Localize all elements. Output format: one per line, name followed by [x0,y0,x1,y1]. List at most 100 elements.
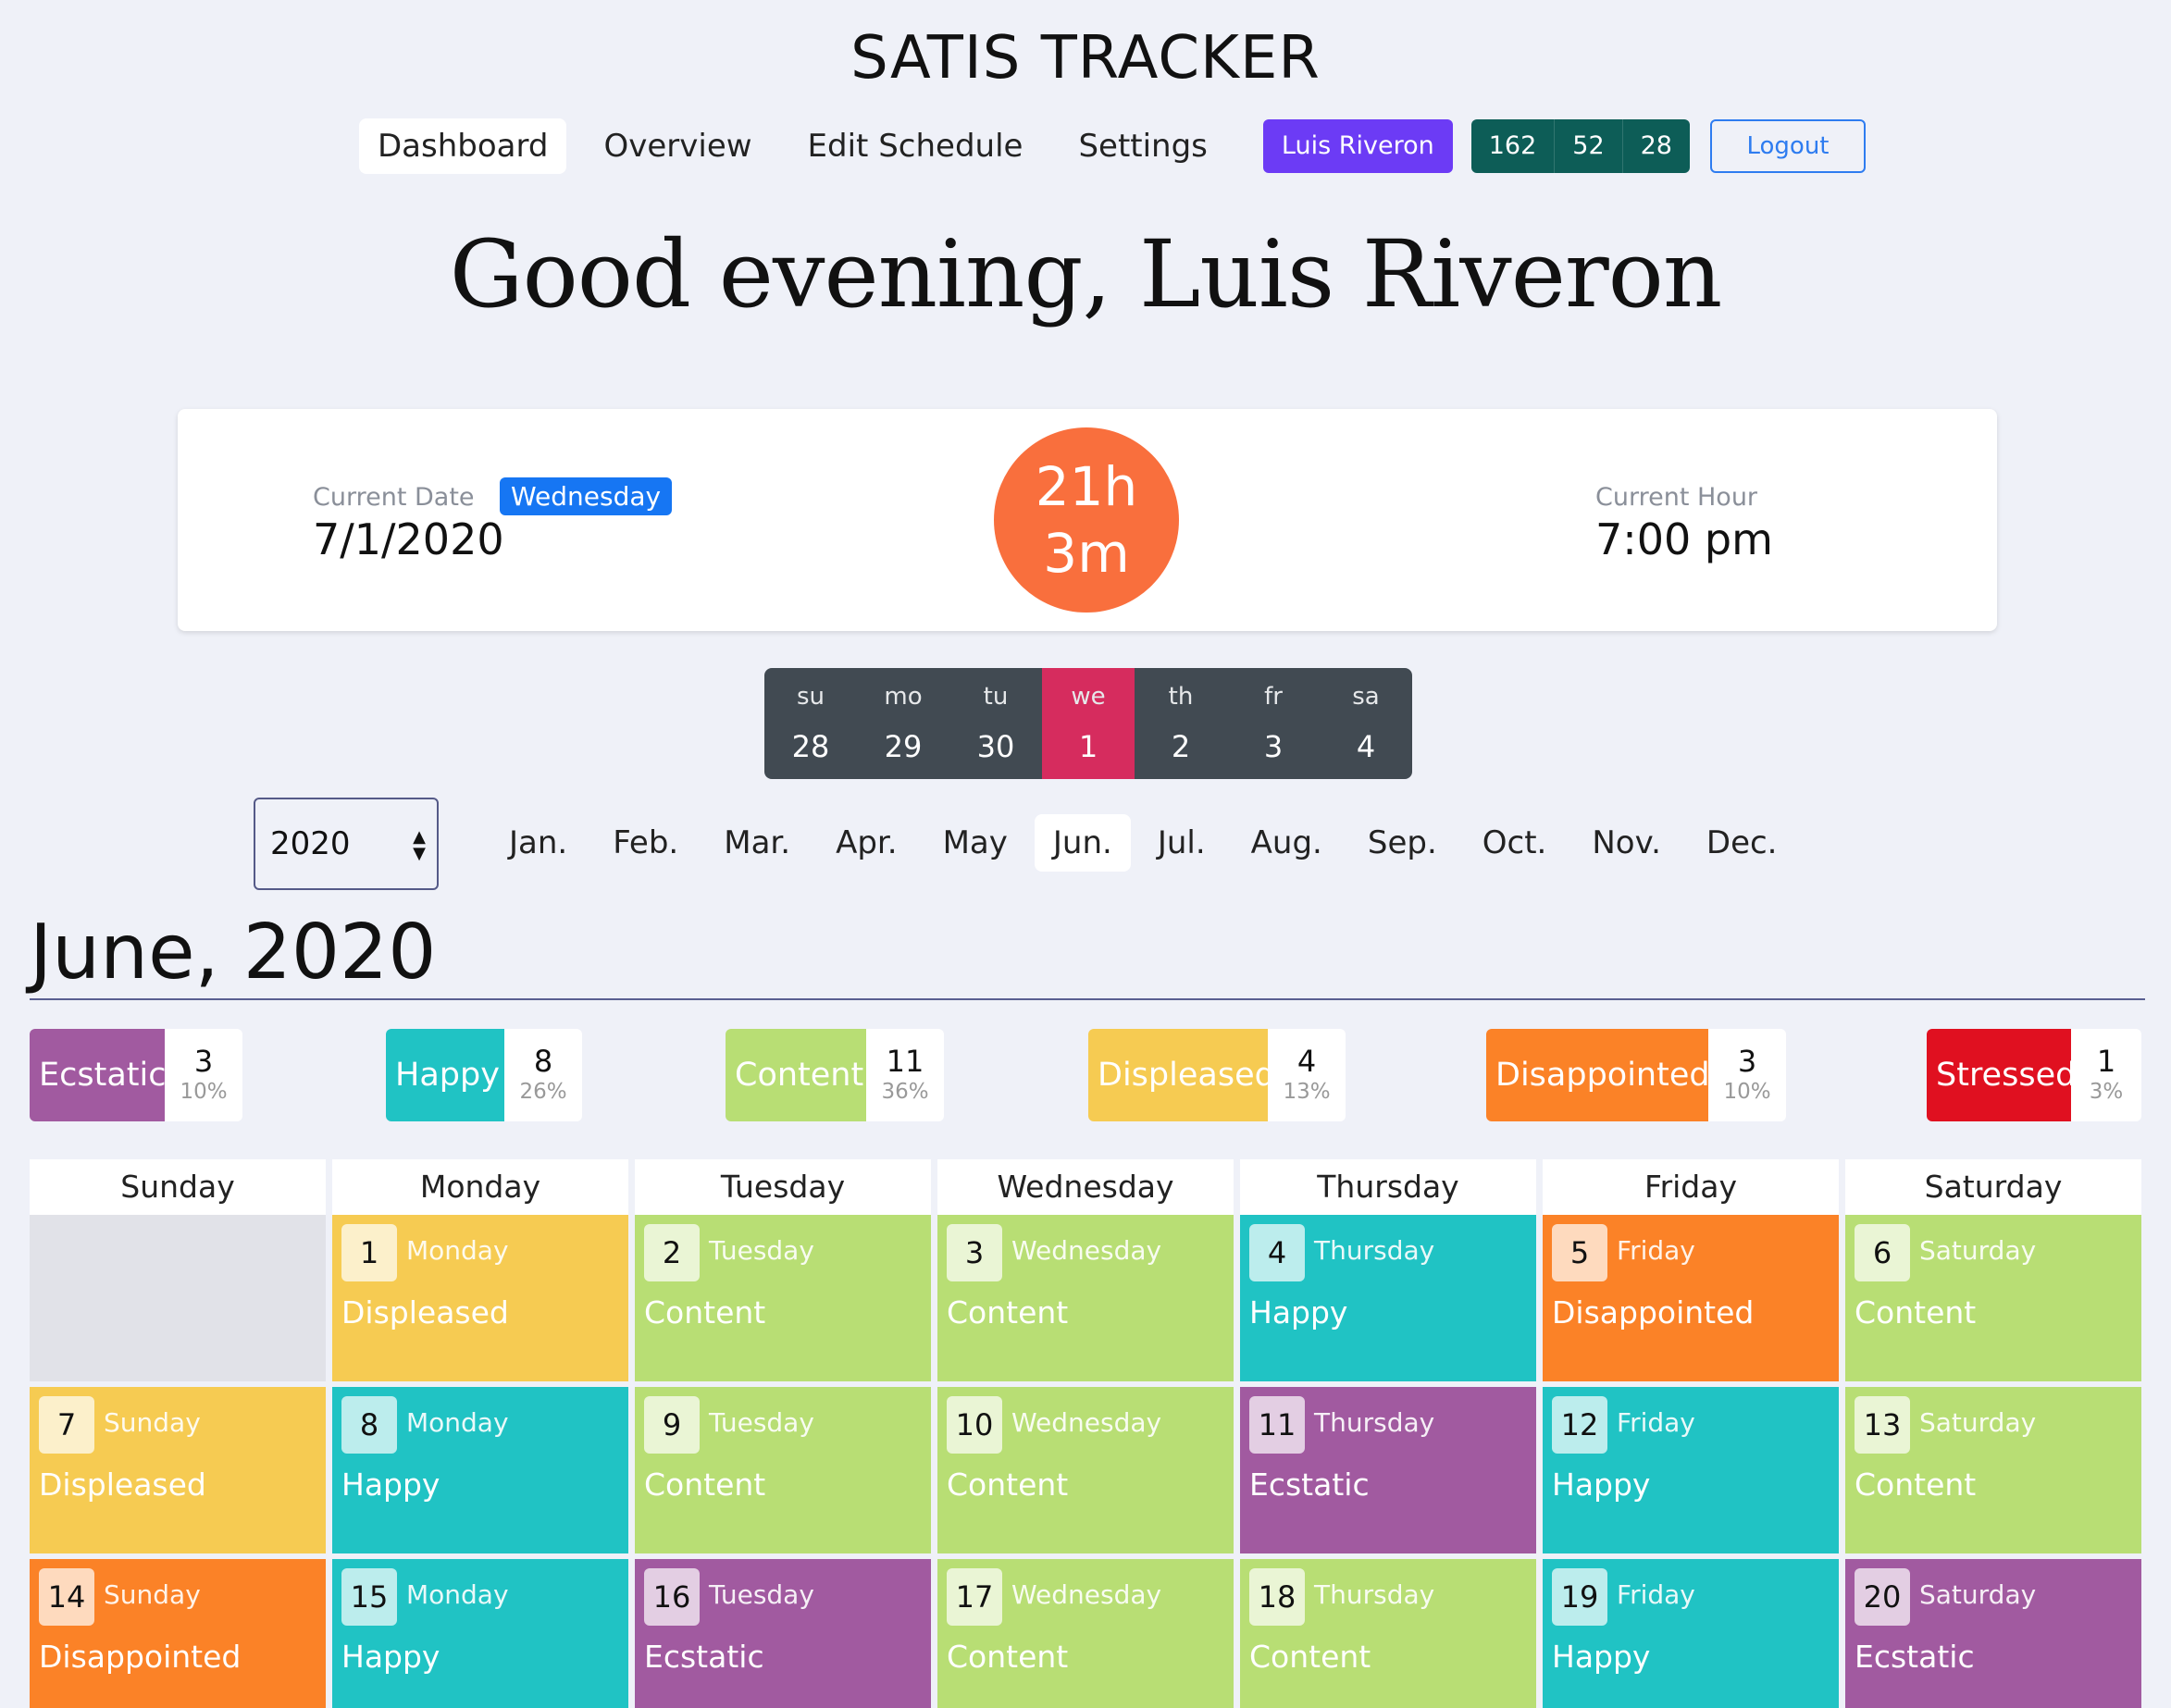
mood-percent: 36% [881,1080,929,1104]
day-mood: Ecstatic [1249,1467,1370,1503]
day-number: 19 [1552,1568,1607,1626]
calendar-day-cell[interactable]: 19 Friday Happy [1543,1559,1839,1708]
calendar-day-cell[interactable]: 6 Saturday Content [1845,1215,2141,1381]
week-day-today[interactable]: we 1 [1042,668,1135,779]
year-select[interactable]: 2020 ▲ ▼ [254,798,439,890]
week-day-name: fr [1264,683,1283,711]
nav-settings[interactable]: Settings [1060,118,1225,174]
mood-percent: 26% [519,1080,567,1104]
stat-badge: 28 [1640,131,1672,160]
nav-overview[interactable]: Overview [585,118,770,174]
day-name: Sunday [104,1407,201,1438]
logout-button[interactable]: Logout [1709,119,1866,173]
month-tab[interactable]: Oct. [1464,814,1566,872]
month-tab[interactable]: Feb. [594,814,697,872]
day-name: Sunday [104,1579,201,1610]
calendar-day-cell[interactable]: 16 Tuesday Ecstatic [635,1559,931,1708]
weekday-header: Sunday [30,1159,326,1215]
mood-count: 3 [193,1044,214,1079]
day-name: Monday [406,1235,509,1266]
month-tab[interactable]: Nov. [1573,814,1680,872]
calendar-day-cell[interactable]: 5 Friday Disappointed [1543,1215,1839,1381]
mood-count-box: 11 36% [866,1029,944,1121]
stat-badge: 162 [1471,119,1556,173]
month-tab[interactable]: Aug. [1233,814,1341,872]
day-number: 13 [1855,1396,1910,1454]
day-number: 12 [1552,1396,1607,1454]
user-badge[interactable]: Luis Riveron [1262,119,1453,173]
week-day-number: 1 [1078,729,1098,764]
month-tab-active[interactable]: Jun. [1034,814,1131,872]
month-tab[interactable]: Mar. [705,814,809,872]
week-day-number: 2 [1171,729,1191,764]
calendar-day-cell[interactable]: 3 Wednesday Content [937,1215,1234,1381]
week-day[interactable]: su 28 [764,668,857,779]
week-day[interactable]: th 2 [1135,668,1227,779]
year-select-value: 2020 [270,825,351,862]
mood-legend: Ecstatic 3 10% Happy 8 26% Content 11 36… [30,1029,2141,1121]
month-tab[interactable]: Dec. [1688,814,1796,872]
day-number: 5 [1552,1224,1607,1281]
calendar-day-cell[interactable]: 17 Wednesday Content [937,1559,1234,1708]
day-name: Friday [1617,1579,1695,1610]
day-name: Tuesday [709,1579,814,1610]
mood-label: Content [726,1029,866,1121]
mood-label: Disappointed [1486,1029,1710,1121]
day-number: 1 [341,1224,397,1281]
calendar-day-cell[interactable]: 7 Sunday Displeased [30,1387,326,1553]
day-name: Monday [406,1579,509,1610]
month-tab[interactable]: Jan. [490,814,586,872]
week-day[interactable]: mo 29 [857,668,949,779]
day-mood: Content [1855,1294,1977,1331]
nav-dashboard[interactable]: Dashboard [359,118,567,174]
current-hour-value: 7:00 pm [1595,514,1773,564]
calendar-day-cell[interactable]: 4 Thursday Happy [1240,1215,1536,1381]
day-mood: Ecstatic [1855,1639,1975,1675]
day-name: Thursday [1314,1407,1435,1438]
stats-group: 162 52 28 [1470,119,1690,173]
calendar-day-cell[interactable]: 15 Monday Happy [332,1559,628,1708]
month-tab[interactable]: Jul. [1139,814,1224,872]
day-mood: Ecstatic [644,1639,764,1675]
current-date-label: Current Date [313,483,475,512]
calendar-day-cell[interactable]: 9 Tuesday Content [635,1387,931,1553]
day-number: 4 [1249,1224,1305,1281]
month-tabs: Jan. Feb. Mar. Apr. May Jun. Jul. Aug. S… [490,814,1805,872]
week-day-name: mo [884,683,923,711]
calendar-day-cell[interactable]: 14 Sunday Disappointed [30,1559,326,1708]
day-name: Thursday [1314,1235,1435,1266]
month-tab[interactable]: May [924,814,1026,872]
mood-count-box: 3 10% [1708,1029,1786,1121]
calendar-day-cell[interactable]: 18 Thursday Content [1240,1559,1536,1708]
day-mood: Happy [1552,1639,1651,1675]
day-mood: Content [644,1294,766,1331]
week-day[interactable]: sa 4 [1320,668,1412,779]
mood-count-box: 8 26% [504,1029,582,1121]
calendar-day-cell[interactable]: 13 Saturday Content [1845,1387,2141,1553]
week-day-name: we [1071,683,1106,711]
weekday-header: Saturday [1845,1159,2141,1215]
nav-edit-schedule[interactable]: Edit Schedule [789,118,1042,174]
week-day-number: 28 [791,729,830,764]
countdown-hours: 21h [1035,455,1138,518]
top-nav: Dashboard Overview Edit Schedule Setting… [359,118,1866,174]
week-day[interactable]: fr 3 [1227,668,1320,779]
greeting-heading: Good evening, Luis Riveron [449,220,1723,328]
calendar-empty-cell [30,1215,326,1381]
calendar-header: Sunday Monday Tuesday Wednesday Thursday… [30,1159,2141,1215]
week-day[interactable]: tu 30 [949,668,1042,779]
calendar-day-cell[interactable]: 2 Tuesday Content [635,1215,931,1381]
calendar-day-cell[interactable]: 12 Friday Happy [1543,1387,1839,1553]
calendar-day-cell[interactable]: 11 Thursday Ecstatic [1240,1387,1536,1553]
month-tab[interactable]: Sep. [1349,814,1456,872]
calendar-day-cell[interactable]: 8 Monday Happy [332,1387,628,1553]
weekday-header: Monday [332,1159,628,1215]
week-day-number: 3 [1263,729,1284,764]
calendar-day-cell[interactable]: 10 Wednesday Content [937,1387,1234,1553]
calendar-day-cell[interactable]: 20 Saturday Ecstatic [1845,1559,2141,1708]
day-name: Saturday [1919,1579,2037,1610]
week-strip: su 28 mo 29 tu 30 we 1 th 2 fr 3 sa 4 [764,668,1412,779]
month-tab[interactable]: Apr. [817,814,916,872]
calendar-day-cell[interactable]: 1 Monday Displeased [332,1215,628,1381]
day-name: Friday [1617,1407,1695,1438]
